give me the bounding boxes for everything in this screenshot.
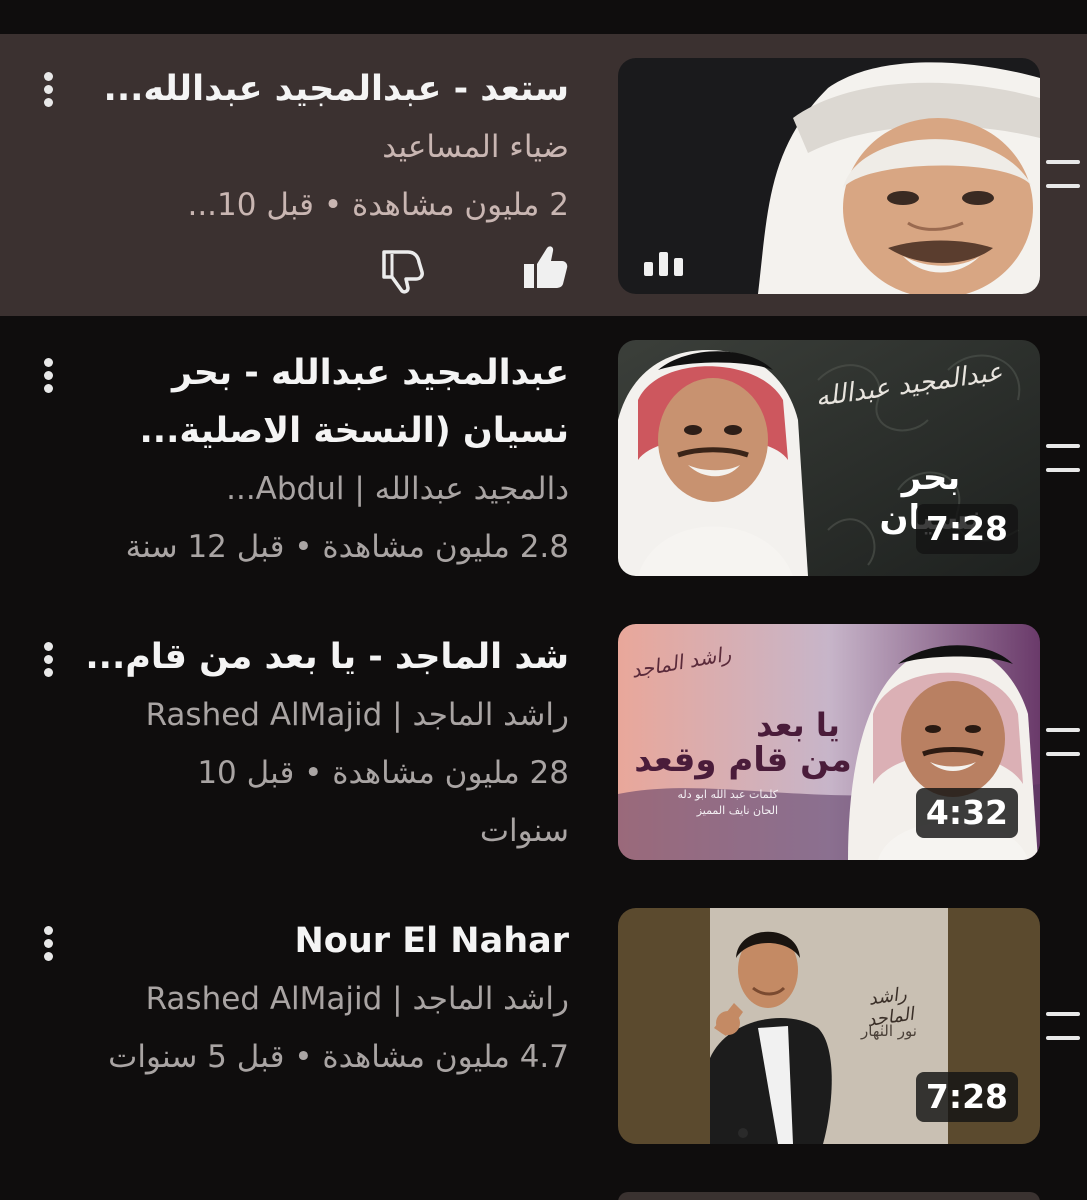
drag-handle-icon[interactable] — [1046, 728, 1080, 758]
more-vert-icon[interactable] — [34, 922, 64, 964]
video-thumbnail[interactable]: عبدالمجيد عبدالله بحر نسيان 7:28 — [618, 340, 1040, 576]
channel-name: ضياء المساعيد — [382, 129, 569, 165]
more-vert-icon[interactable] — [34, 638, 64, 680]
thumbnail-caption-1: يا بعد — [756, 706, 840, 744]
drag-handle-icon[interactable] — [1046, 444, 1080, 474]
thumbnail-caption: نور النهار — [861, 1022, 917, 1040]
queue-item[interactable]: راشد الماجد يا بعد من قام وقعد كلمات عبد… — [0, 600, 1087, 884]
video-info: عبدالمجيد عبدالله - بحر نسيان (النسخة ال… — [89, 344, 569, 576]
video-title[interactable]: Nour El Nahar — [108, 912, 570, 970]
thumbs-down-icon[interactable] — [378, 244, 428, 294]
video-thumbnail[interactable]: راشد الماجد يا بعد من قام وقعد كلمات عبد… — [618, 624, 1040, 860]
thumbnail-credit-1: كلمات عبد الله ابو دله — [677, 788, 778, 801]
channel-name: راشد الماجد | Rashed AlMajid — [145, 981, 569, 1017]
video-title[interactable]: شد الماجد - يا بعد من قام... — [85, 628, 569, 686]
up-next-queue: ستعد - عبدالمجيد عبدالله... ضياء المساعي… — [0, 0, 1087, 1200]
drag-handle-icon[interactable] — [1046, 160, 1080, 190]
video-meta: 2 مليون مشاهدة • قبل 10... — [187, 187, 569, 223]
video-info: Nour El Nahar راشد الماجد | Rashed AlMaj… — [108, 912, 569, 1086]
equalizer-icon — [644, 250, 686, 276]
thumbs-up-icon[interactable] — [520, 242, 570, 292]
video-meta: 28 مليون مشاهدة • قبل 10 سنوات — [197, 755, 569, 849]
queue-item-now-playing[interactable]: ستعد - عبدالمجيد عبدالله... ضياء المساعي… — [0, 34, 1087, 316]
video-title[interactable]: عبدالمجيد عبدالله - بحر نسيان (النسخة ال… — [89, 344, 570, 460]
video-meta: 2.8 مليون مشاهدة • قبل 12 سنة — [125, 529, 569, 565]
video-thumbnail[interactable] — [618, 58, 1040, 294]
video-meta: 4.7 مليون مشاهدة • قبل 5 سنوات — [108, 1039, 569, 1075]
thumbnail-credit-2: الحان نايف المميز — [696, 804, 778, 817]
queue-item[interactable]: عبدالمجيد عبدالله بحر نسيان 7:28 عبدالمج… — [0, 316, 1087, 600]
video-info: شد الماجد - يا بعد من قام... راشد الماجد… — [85, 628, 569, 860]
thumbnail-caption-2: من قام وقعد — [634, 740, 852, 780]
video-thumbnail[interactable] — [618, 1192, 1040, 1200]
duration-badge: 7:28 — [915, 1072, 1018, 1122]
video-info: ستعد - عبدالمجيد عبدالله... ضياء المساعي… — [104, 60, 569, 234]
more-vert-icon[interactable] — [34, 354, 64, 396]
duration-badge: 7:28 — [915, 504, 1018, 554]
video-thumbnail[interactable]: راشد الماجد نور النهار 7:28 — [618, 908, 1040, 1144]
queue-item[interactable] — [0, 1168, 1087, 1200]
duration-badge: 4:32 — [915, 788, 1018, 838]
drag-handle-icon[interactable] — [1046, 1012, 1080, 1042]
more-vert-icon[interactable] — [34, 68, 64, 110]
queue-item[interactable]: راشد الماجد نور النهار 7:28 Nour El Naha… — [0, 884, 1087, 1168]
channel-name: راشد الماجد | Rashed AlMajid — [145, 697, 569, 733]
video-title[interactable]: ستعد - عبدالمجيد عبدالله... — [104, 60, 569, 118]
channel-name: دالمجيد عبدالله | Abdul... — [226, 471, 569, 507]
